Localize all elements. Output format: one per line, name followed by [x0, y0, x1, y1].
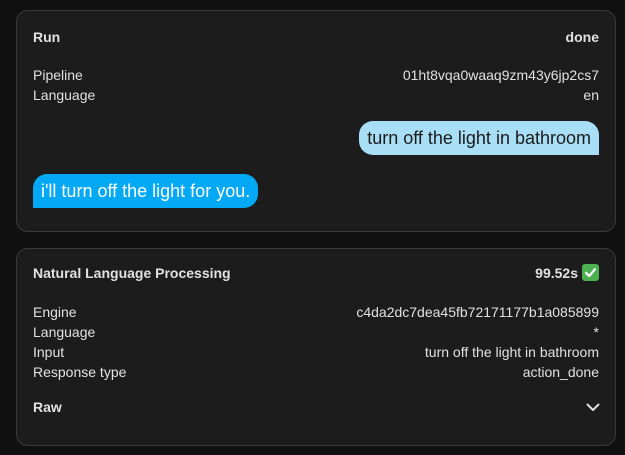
- row-value: en: [583, 87, 599, 103]
- nlp-row-response-type: Response type action_done: [33, 362, 599, 382]
- row-value: action_done: [522, 364, 599, 380]
- row-value: c4da2dc7dea45fb72171177b1a085899: [356, 304, 599, 320]
- nlp-duration-wrap: 99.52s: [535, 264, 599, 281]
- chevron-down-icon[interactable]: [581, 395, 605, 419]
- raw-label: Raw: [33, 399, 62, 415]
- assistant-message-bubble: i'll turn off the light for you.: [33, 174, 259, 208]
- row-label: Input: [33, 344, 65, 360]
- run-row-language: Language en: [33, 85, 599, 105]
- row-label: Engine: [33, 304, 77, 320]
- nlp-card: Natural Language Processing 99.52s Engin…: [16, 248, 616, 446]
- check-mark-icon: [582, 264, 599, 281]
- run-title: Run: [33, 29, 61, 45]
- nlp-row-input: Input turn off the light in bathroom: [33, 342, 599, 362]
- nlp-title: Natural Language Processing: [33, 264, 231, 281]
- run-card-header: Run done: [33, 29, 599, 45]
- row-label: Language: [33, 87, 96, 103]
- row-value: turn off the light in bathroom: [424, 344, 599, 360]
- row-label: Response type: [33, 364, 127, 380]
- run-details: Pipeline 01ht8vqa0waaq9zm43y6jp2cs7 Lang…: [33, 65, 599, 105]
- nlp-row-language: Language *: [33, 322, 599, 342]
- nlp-card-header: Natural Language Processing 99.52s: [33, 264, 599, 281]
- row-value: 01ht8vqa0waaq9zm43y6jp2cs7: [402, 67, 599, 83]
- user-message-bubble: turn off the light in bathroom: [359, 121, 599, 155]
- nlp-details: Engine c4da2dc7dea45fb72171177b1a085899 …: [33, 302, 599, 382]
- row-label: Pipeline: [33, 67, 83, 83]
- run-status: done: [565, 29, 599, 45]
- row-label: Language: [33, 324, 96, 340]
- nlp-duration: 99.52s: [535, 264, 578, 281]
- run-card: Run done Pipeline 01ht8vqa0waaq9zm43y6jp…: [16, 10, 616, 232]
- nlp-row-engine: Engine c4da2dc7dea45fb72171177b1a085899: [33, 302, 599, 322]
- run-row-pipeline: Pipeline 01ht8vqa0waaq9zm43y6jp2cs7: [33, 65, 599, 85]
- row-value: *: [593, 324, 599, 340]
- raw-expander[interactable]: Raw: [33, 395, 600, 419]
